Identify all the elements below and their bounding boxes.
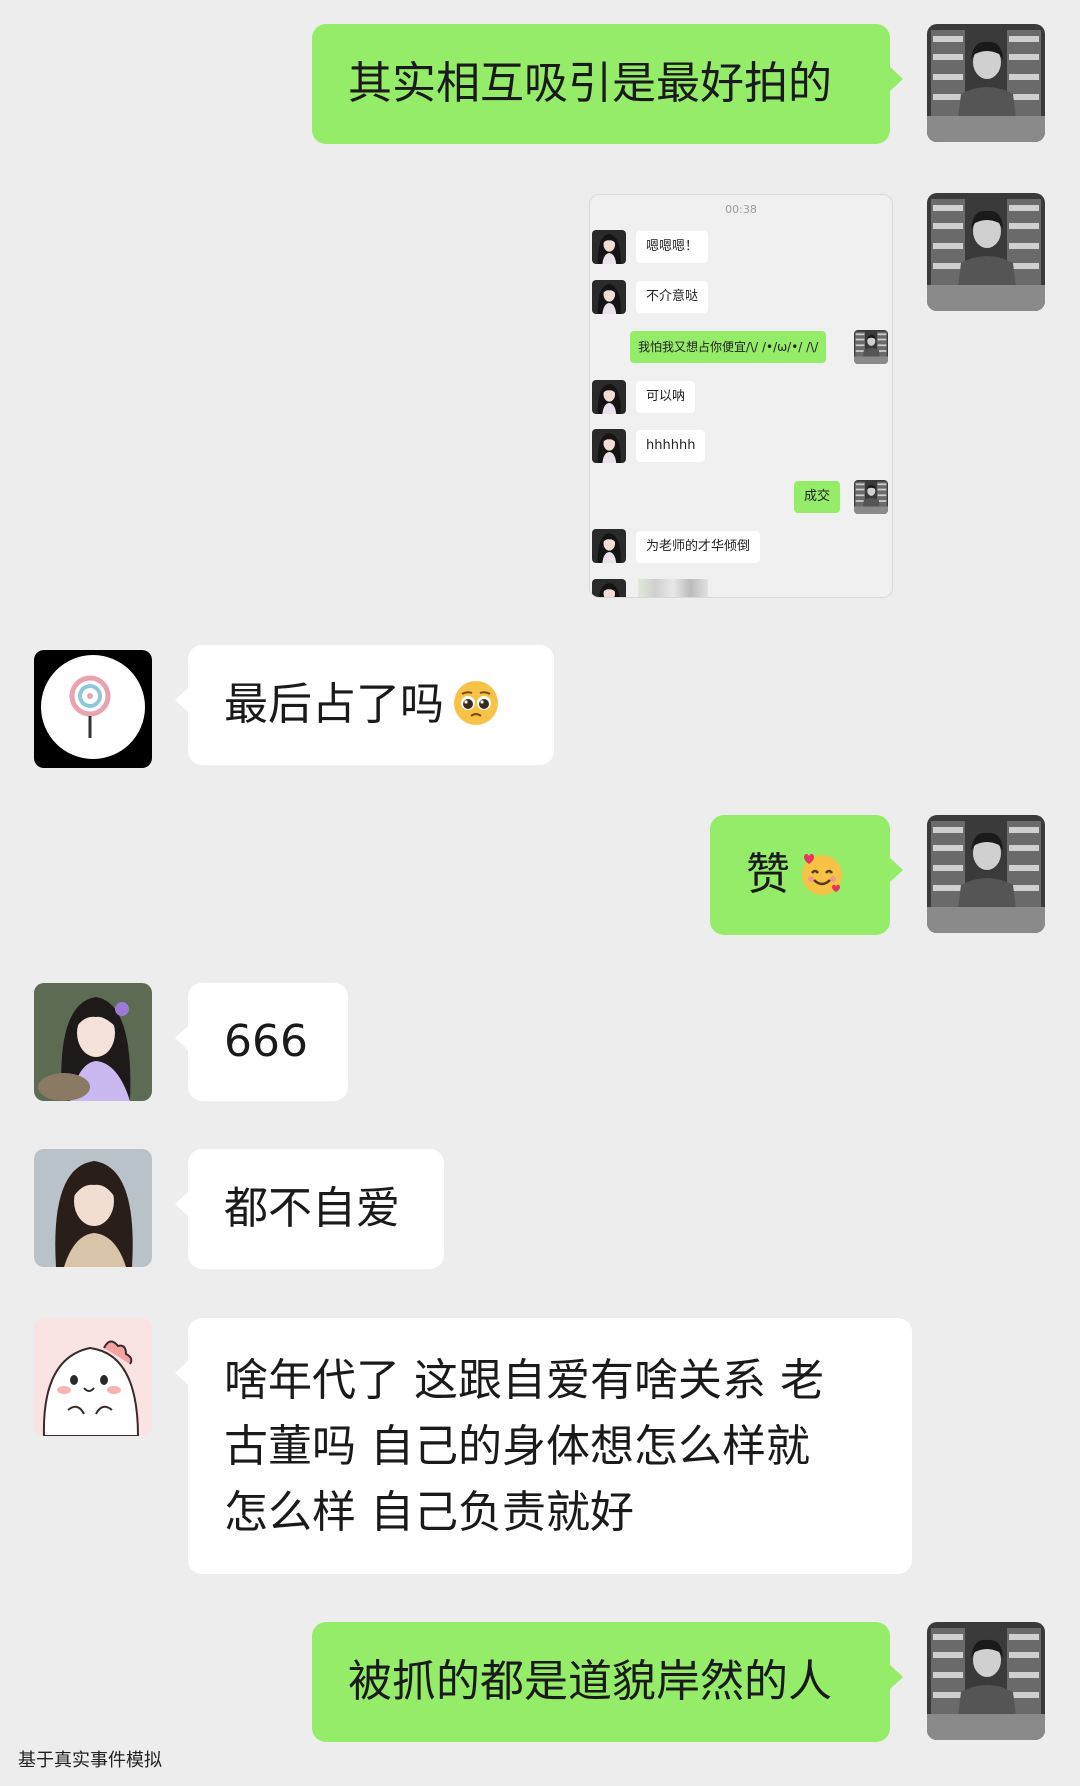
- own-avatar: [854, 480, 888, 514]
- message-bubble[interactable]: 最后占了吗: [175, 645, 554, 765]
- message-text-line: 怎么样 自己负责就好: [224, 1487, 634, 1538]
- message-text-line: 古董吗 自己的身体想怎么样就: [224, 1421, 810, 1472]
- message-bubble[interactable]: 其实相互吸引是最好拍的: [312, 24, 903, 144]
- message-text-line: 啥年代了 这跟自爱有啥关系 老: [224, 1355, 824, 1406]
- message-text: 被抓的都是道貌岸然的人: [348, 1656, 832, 1707]
- message-text: 666: [224, 1016, 308, 1067]
- screenshot-message: 可以呐: [636, 381, 696, 413]
- contact-avatar: [592, 380, 626, 414]
- own-avatar: [854, 330, 888, 364]
- contact-avatar[interactable]: [34, 1149, 152, 1267]
- screenshot-message: hhhhhh: [636, 430, 706, 462]
- screenshot-message: 我怕我又想占你便宜/\/ /•/ω/•/ /\/: [630, 331, 827, 363]
- message-text: 赞: [746, 849, 790, 900]
- message-bubble[interactable]: 被抓的都是道貌岸然的人: [312, 1622, 903, 1742]
- contact-avatar: [592, 529, 626, 563]
- message-bubble[interactable]: 666: [175, 983, 348, 1101]
- screenshot-message: 嗯嗯嗯！: [636, 231, 709, 263]
- my-avatar[interactable]: [927, 1622, 1045, 1740]
- contact-avatar[interactable]: [34, 1318, 152, 1436]
- blurred-content: [638, 579, 708, 597]
- screenshot-message: 为老师的才华倾倒: [636, 531, 761, 563]
- contact-avatar: [592, 280, 626, 314]
- screenshot-message: 成交: [794, 481, 841, 513]
- screenshot-message: 不介意哒: [636, 281, 709, 313]
- screenshot-timestamp: 00:38: [725, 203, 757, 216]
- my-avatar[interactable]: [927, 24, 1045, 142]
- pleading-face-emoji-icon: [454, 681, 498, 725]
- message-bubble[interactable]: 啥年代了 这跟自爱有啥关系 老 古董吗 自己的身体想怎么样就 怎么样 自己负责就…: [175, 1318, 912, 1574]
- contact-avatar[interactable]: [34, 650, 152, 768]
- message-text: 最后占了吗: [224, 679, 444, 730]
- contact-avatar[interactable]: [34, 983, 152, 1101]
- message-bubble[interactable]: 赞: [710, 815, 903, 935]
- smiling-face-with-hearts-emoji-icon: [802, 854, 842, 895]
- contact-avatar: [592, 230, 626, 264]
- disclaimer-caption: 基于真实事件模拟: [18, 1750, 162, 1771]
- message-bubble[interactable]: 都不自爱: [175, 1149, 444, 1269]
- contact-avatar: [592, 429, 626, 463]
- message-text: 其实相互吸引是最好拍的: [348, 58, 832, 109]
- my-avatar[interactable]: [927, 815, 1045, 933]
- my-avatar[interactable]: [927, 193, 1045, 311]
- message-text: 都不自爱: [224, 1183, 400, 1234]
- contact-avatar: [592, 579, 626, 597]
- embedded-chat-screenshot[interactable]: 00:38 嗯嗯嗯！ 不介意哒 我怕我又想占你便宜/\/ /•/ω/•/ /\/…: [589, 194, 893, 598]
